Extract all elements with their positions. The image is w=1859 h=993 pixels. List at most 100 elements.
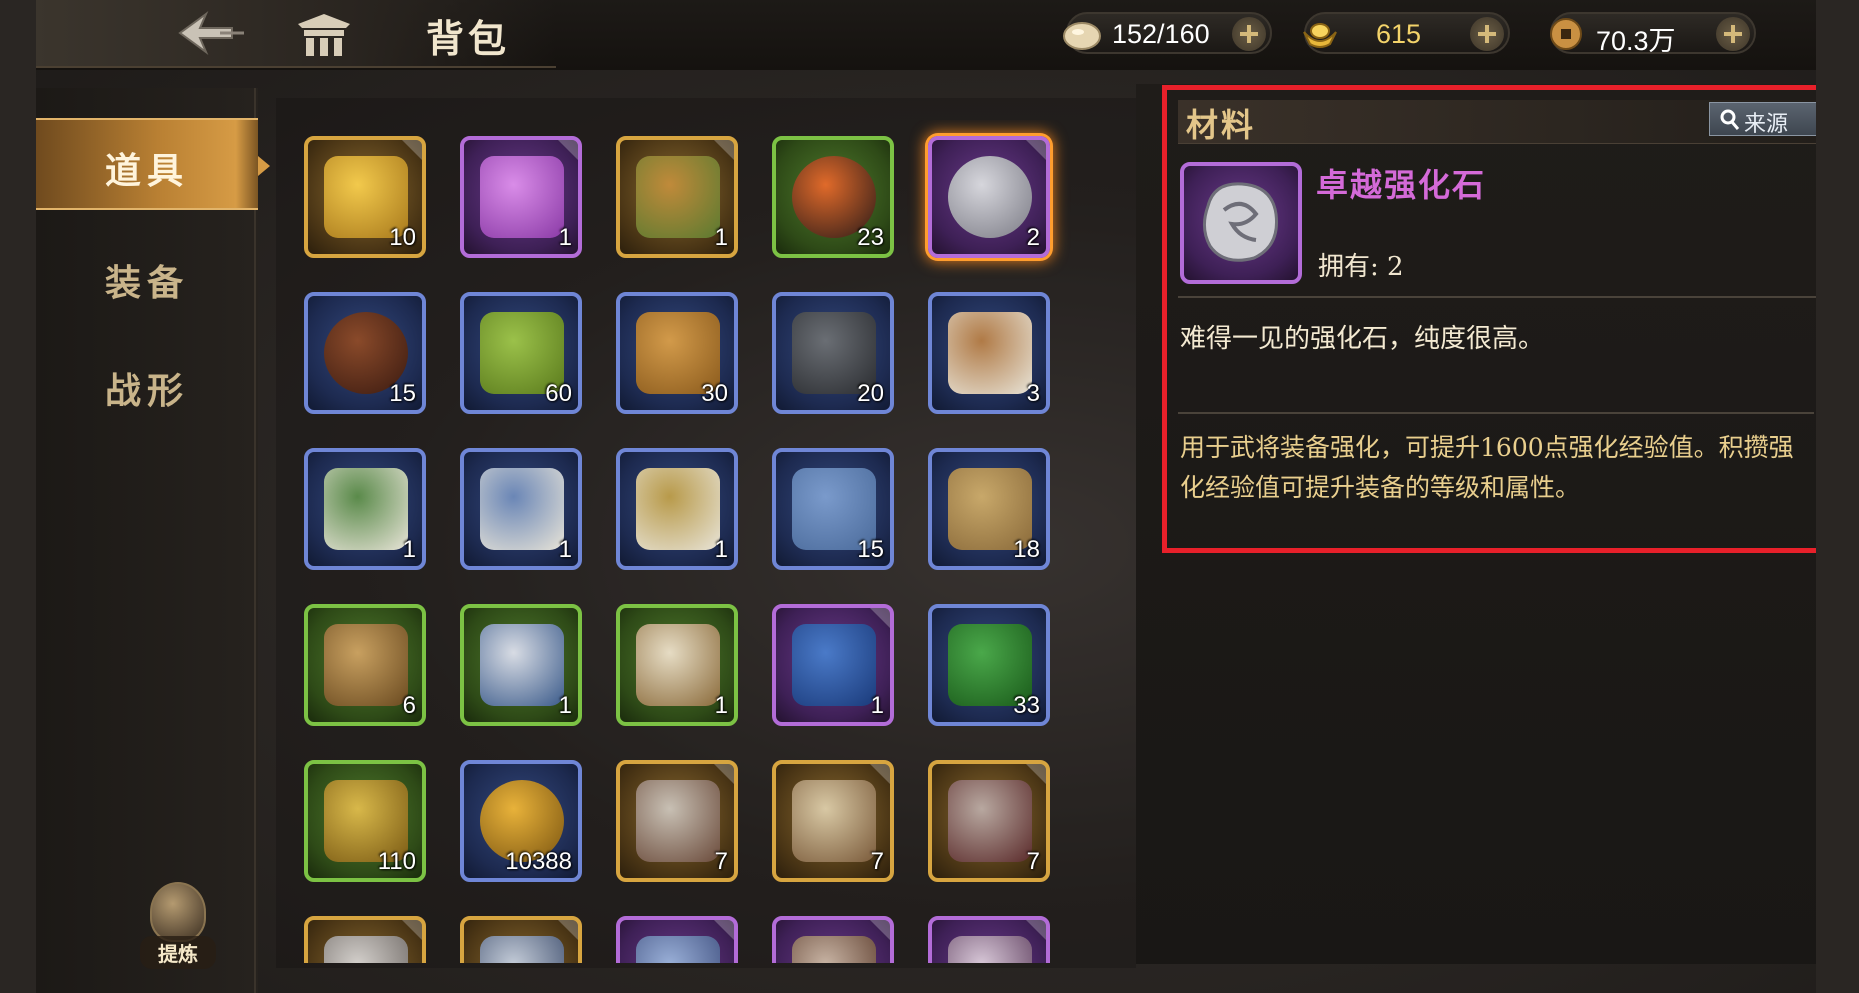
inventory-slot[interactable]: 3 [928,292,1050,414]
inventory-slot[interactable]: 1 [616,448,738,570]
quality-corner-mark [714,920,734,940]
add-gold-ingot-button[interactable] [1470,17,1504,51]
item-count: 20 [857,380,884,407]
item-count: 1 [870,692,884,719]
tan-open-book-icon [636,624,720,706]
sidebar-divider [254,88,256,993]
sidebar-tab-items[interactable]: 道具 [36,118,270,210]
gold-book-icon [636,468,720,550]
inventory-slot[interactable]: 1 [304,448,426,570]
inventory-slot[interactable]: 30 [616,292,738,414]
purple-crystal-cluster-icon [480,156,564,238]
quality-corner-mark [1026,920,1046,940]
inventory-slot[interactable]: 1 [616,604,738,726]
copper-coin-counter: 70.3万 [1550,12,1756,56]
bronze-qilin-icon [636,156,720,238]
inventory-slot[interactable]: 15 [304,292,426,414]
warrior-portrait-card-icon [636,780,720,862]
incense-burner-icon [150,882,206,942]
green-book-icon [324,468,408,550]
quality-corner-mark [870,920,890,940]
copper-coin-value: 70.3万 [1596,26,1676,56]
item-count: 10 [389,224,416,251]
inventory-slot[interactable]: 10388 [460,760,582,882]
item-count: 7 [714,848,728,875]
item-count: 7 [870,848,884,875]
home-button[interactable] [294,10,354,58]
item-count: 10388 [505,848,572,875]
copper-coin-icon [1550,18,1582,50]
item-count: 1 [558,224,572,251]
gold-ingot-counter: 615 [1303,12,1510,54]
item-count: 15 [857,536,884,563]
sidebar-tab-equipment[interactable]: 装备 [36,232,258,324]
inventory-slot[interactable]: 2 [928,136,1050,258]
inventory-slot[interactable]: 15 [772,448,894,570]
inventory-slot[interactable]: 7 [616,760,738,882]
quality-corner-mark [1026,764,1046,784]
item-count: 7 [1026,848,1040,875]
sidebar-tab-formation[interactable]: 战形 [36,340,258,432]
inventory-slot[interactable]: 1 [460,136,582,258]
gold-ingot-value: 615 [1376,19,1422,49]
back-button[interactable] [166,8,246,58]
inventory-slot[interactable] [304,916,426,963]
refine-button[interactable]: 提炼 [140,876,216,972]
quality-corner-mark [402,140,422,160]
stamina-bun-icon [1063,22,1101,50]
inventory-slot[interactable]: 1 [460,604,582,726]
game-frame: 背包 152/160 615 70.3万 道具 装备 战形 提炼 10 1 1 … [36,0,1816,993]
item-count: 18 [1013,536,1040,563]
inventory-slot[interactable]: 7 [928,760,1050,882]
inventory-slot[interactable]: 1 [616,136,738,258]
add-stamina-button[interactable] [1232,17,1266,51]
inventory-slot[interactable] [460,916,582,963]
blue-warrior-portrait-card-icon [636,936,720,963]
inventory-slot[interactable]: 20 [772,292,894,414]
item-count: 1 [558,692,572,719]
inventory-slot[interactable]: 18 [928,448,1050,570]
general-portrait-card-icon [792,780,876,862]
top-bar: 背包 152/160 615 70.3万 [36,0,1816,70]
item-count: 33 [1013,692,1040,719]
item-count: 6 [402,692,416,719]
scholar-portrait-card-icon [480,936,564,963]
swordsman-portrait-card-icon [948,780,1032,862]
item-count: 1 [714,536,728,563]
quality-corner-mark [558,920,578,940]
elder-portrait-card-icon [324,936,408,963]
quality-corner-mark [402,920,422,940]
inventory-slot[interactable]: 110 [304,760,426,882]
strategist-portrait-card-icon [792,936,876,963]
quality-corner-mark [714,140,734,160]
item-count: 3 [1026,380,1040,407]
sidebar-tab-label: 道具 [104,150,189,192]
inventory-slot[interactable]: 10 [304,136,426,258]
inventory-slot[interactable] [772,916,894,963]
sidebar-tab-label: 装备 [104,262,189,304]
inventory-slot[interactable]: 7 [772,760,894,882]
bamboo-scroll-icon [324,624,408,706]
silver-stone-icon [948,156,1032,238]
inventory-slot[interactable] [616,916,738,963]
inventory-slot[interactable]: 6 [304,604,426,726]
lady-portrait-card-icon [948,936,1032,963]
back-arrow-icon [178,11,244,55]
palace-gate-icon [298,14,350,56]
inventory-slot[interactable] [928,916,1050,963]
item-count: 60 [545,380,572,407]
blue-book-icon [480,468,564,550]
inventory-slot[interactable]: 60 [460,292,582,414]
quality-corner-mark [1026,140,1046,160]
inventory-slot[interactable]: 1 [772,604,894,726]
brown-book-icon [948,312,1032,394]
inventory-grid-viewport[interactable]: 10 1 1 23 2 15 60 30 20 3 1 1 1 15 18 6 1 1 1 33 110 10388 7 7 7 [276,120,1136,963]
blue-tome-icon [792,624,876,706]
add-copper-coin-button[interactable] [1716,17,1750,51]
inventory-slot[interactable]: 33 [928,604,1050,726]
inventory-slot[interactable]: 23 [772,136,894,258]
inventory-slot[interactable]: 1 [460,448,582,570]
item-count: 1 [402,536,416,563]
quality-corner-mark [714,764,734,784]
highlight-box [1162,85,1816,553]
